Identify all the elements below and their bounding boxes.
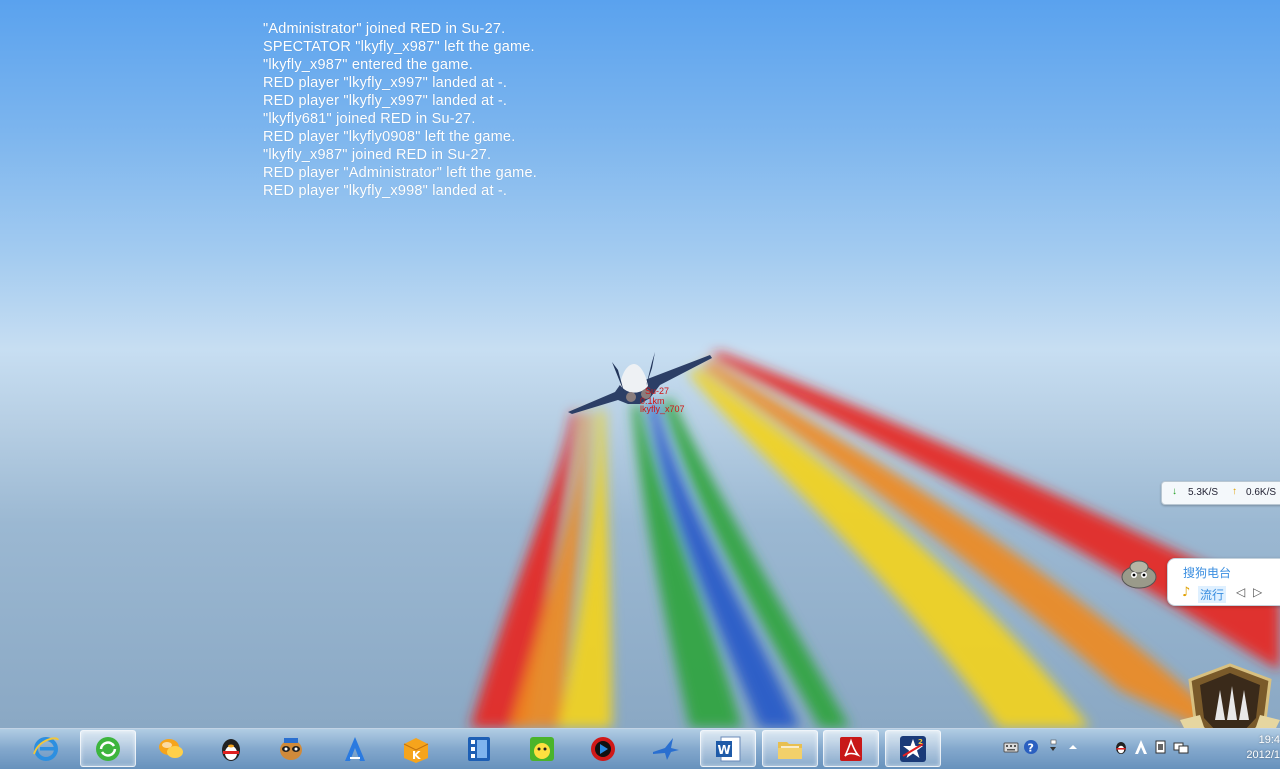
pdf-reader-icon — [840, 736, 862, 761]
chat-log-line: SPECTATOR "lkyfly_x987" left the game. — [263, 39, 535, 55]
taskbar-star-game[interactable]: 2 — [885, 730, 941, 767]
chat-log-line: RED player "lkyfly_x997" landed at -. — [263, 93, 508, 109]
chat-log-line: "lkyfly681" joined RED in Su-27. — [263, 111, 476, 127]
svg-text:?: ? — [1028, 742, 1034, 755]
qq-tray-icon[interactable] — [1113, 739, 1129, 755]
clock-date: 2012/1 — [1246, 749, 1280, 761]
taskbar-pdf-reader[interactable] — [823, 730, 879, 767]
taskbar-chat-bubbles[interactable] — [143, 730, 199, 767]
taskbar-media-player[interactable] — [575, 730, 631, 767]
system-clock[interactable]: 19:4 2012/1 — [1246, 733, 1280, 763]
folder-icon — [778, 741, 802, 759]
chat-log-line: "lkyfly_x987" joined RED in Su-27. — [263, 147, 492, 163]
qq-penguin-icon — [222, 738, 240, 761]
input-options-icon[interactable] — [1045, 739, 1061, 755]
taskbar: K W 2 ? 19:4 2012/1 — [0, 728, 1280, 769]
game-viewport[interactable]: "Administrator" joined RED in Su-27. SPE… — [0, 0, 1280, 728]
a-app-tray-icon[interactable] — [1133, 739, 1149, 755]
taskbar-qq[interactable] — [203, 730, 259, 767]
play-next-icon[interactable]: ▷ — [1253, 585, 1262, 599]
target-player-name: lkyfly_x707 — [640, 404, 685, 414]
clock-time: 19:4 — [1258, 734, 1280, 746]
taskbar-jet-fighter[interactable] — [638, 730, 694, 767]
taskbar-internet-explorer[interactable] — [18, 730, 74, 767]
chat-log-line: RED player "lkyfly_x997" landed at -. — [263, 75, 508, 91]
taskbar-k-box[interactable]: K — [388, 730, 444, 767]
network-tray-icon[interactable] — [1173, 739, 1189, 755]
svg-text:W: W — [718, 743, 731, 757]
word-icon: W — [716, 736, 741, 761]
taskbar-sync-browser[interactable] — [80, 730, 136, 767]
download-speed: 5.3K/S — [1188, 487, 1219, 498]
taskbar-word[interactable]: W — [700, 730, 756, 767]
internet-explorer-icon — [33, 736, 59, 761]
taskbar-file-explorer[interactable] — [762, 730, 818, 767]
radio-mascot-icon[interactable] — [1119, 555, 1159, 591]
taskbar-a-app[interactable] — [327, 730, 383, 767]
svg-text:K: K — [412, 749, 421, 762]
device-tray-icon[interactable] — [1153, 739, 1169, 755]
smoke-trails — [470, 352, 1280, 728]
music-note-icon: ♪ — [1182, 585, 1191, 600]
chat-log-line: "Administrator" joined RED in Su-27. — [263, 21, 506, 37]
taskbar-video-library[interactable] — [451, 730, 507, 767]
show-hidden-icons-icon[interactable] — [1065, 739, 1081, 755]
volume-icon[interactable]: ◁ — [1236, 585, 1245, 599]
network-speed-widget[interactable]: ↓ 5.3K/S ↑ 0.6K/S — [1161, 481, 1280, 505]
taskbar-pps[interactable] — [514, 730, 570, 767]
raccoon-assistant-icon — [280, 737, 302, 760]
keyboard-icon[interactable] — [1003, 739, 1019, 755]
video-library-icon — [468, 736, 490, 761]
star-game-icon: 2 — [900, 735, 926, 762]
upload-arrow-icon: ↑ — [1232, 486, 1237, 497]
chat-log-line: RED player "lkyfly0908" left the game. — [263, 129, 516, 145]
chat-log-line: RED player "lkyfly_x998" landed at -. — [263, 183, 508, 199]
sogou-radio-widget[interactable]: 搜狗电台 ♪ 流行 ◁ ▷ — [1167, 558, 1280, 606]
game-emblem-icon — [1180, 663, 1280, 728]
taskbar-raccoon-assistant[interactable] — [263, 730, 319, 767]
pps-player-icon — [530, 736, 554, 761]
upload-speed: 0.6K/S — [1246, 487, 1277, 498]
download-arrow-icon: ↓ — [1172, 486, 1177, 497]
chat-bubbles-icon — [159, 738, 183, 758]
system-tray: ? 19:4 2012/1 — [995, 729, 1280, 769]
chat-log-line: "lkyfly_x987" entered the game. — [263, 57, 473, 73]
chat-log: "Administrator" joined RED in Su-27. SPE… — [263, 20, 537, 200]
chat-log-line: RED player "Administrator" left the game… — [263, 165, 537, 181]
target-aircraft-type: Su-27 — [645, 386, 670, 396]
radio-genre[interactable]: 流行 — [1198, 586, 1227, 603]
radio-title[interactable]: 搜狗电台 — [1183, 564, 1231, 581]
jet-fighter-icon — [653, 737, 679, 760]
k-box-icon: K — [403, 737, 429, 763]
help-icon[interactable]: ? — [1023, 739, 1039, 755]
media-player-icon — [591, 736, 615, 761]
svg-text:2: 2 — [918, 738, 923, 746]
sync-browser-icon — [96, 736, 120, 761]
a-letter-app-icon — [345, 736, 365, 761]
